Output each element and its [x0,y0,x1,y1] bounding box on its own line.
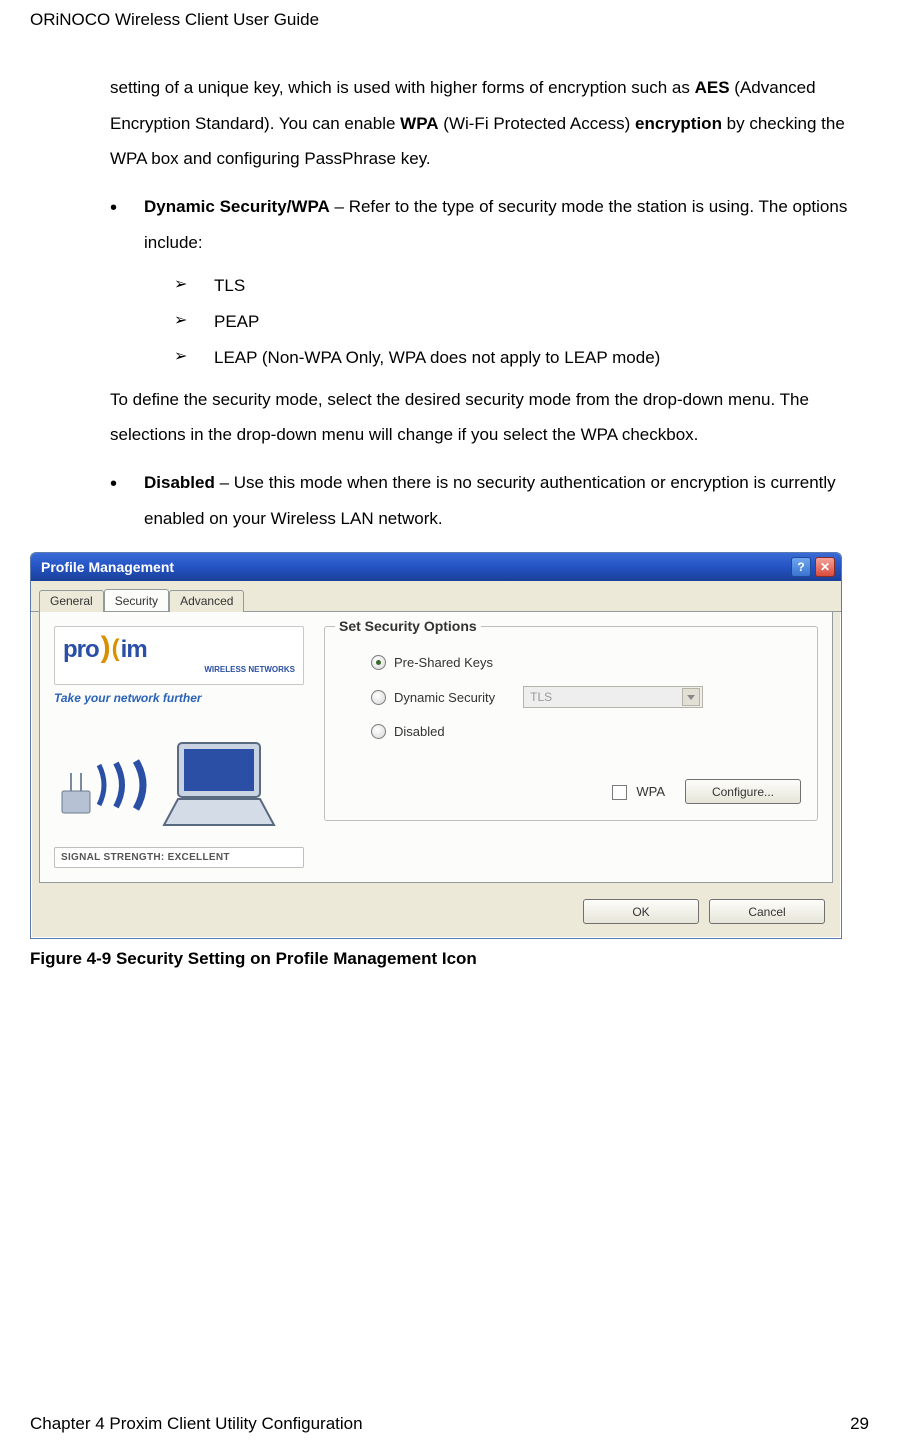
wpa-checkbox-label: WPA [636,784,665,799]
left-pane: pro)(im WIRELESS NETWORKS Take your netw… [54,626,304,868]
tab-security[interactable]: Security [104,589,169,611]
router-icon [58,773,94,817]
footer-page-number: 29 [850,1414,869,1434]
logo-curve-icon: ) [101,631,110,665]
sub-text: PEAP [214,304,869,340]
tab-panel-security: pro)(im WIRELESS NETWORKS Take your netw… [39,612,833,883]
radio-label: Disabled [394,724,445,739]
sub-item-peap: ➢ PEAP [174,304,869,340]
sub-text: TLS [214,268,869,304]
illustration [54,729,304,839]
brand-box: pro)(im WIRELESS NETWORKS [54,626,304,685]
ok-button[interactable]: OK [583,899,699,924]
bullet-title: Disabled [144,473,215,492]
chevron-down-icon[interactable] [682,688,700,706]
bullet-dot-icon: • [110,189,144,375]
tab-strip: General Security Advanced [31,581,841,612]
close-icon[interactable]: ✕ [815,557,835,577]
cancel-button[interactable]: Cancel [709,899,825,924]
radio-label: Dynamic Security [394,690,495,705]
bullet-text: – Use this mode when there is no securit… [144,473,836,528]
dialog-title: Profile Management [41,559,174,575]
combo-value: TLS [530,690,552,704]
bullet-after-text: To define the security mode, select the … [110,382,869,453]
figure-screenshot: Profile Management ? ✕ General Security … [30,552,869,969]
body-content: setting of a unique key, which is used w… [110,70,869,544]
security-options-group: Set Security Options Pre-Shared Keys Dyn… [324,626,818,821]
radio-label: Pre-Shared Keys [394,655,493,670]
wpa-checkbox-wrap[interactable]: WPA [612,784,665,800]
help-icon[interactable]: ? [791,557,811,577]
bullet-dynamic-security: • Dynamic Security/WPA – Refer to the ty… [110,189,869,375]
sub-text: LEAP (Non-WPA Only, WPA does not apply t… [214,340,869,376]
tab-advanced[interactable]: Advanced [169,590,244,612]
sub-item-tls: ➢ TLS [174,268,869,304]
configure-button[interactable]: Configure... [685,779,801,804]
laptop-icon [154,739,284,829]
signal-strength-bar: SIGNAL STRENGTH: EXCELLENT [54,847,304,868]
footer-chapter: Chapter 4 Proxim Client Utility Configur… [30,1414,363,1434]
radio-disabled[interactable]: Disabled [371,724,801,739]
logo-subtitle: WIRELESS NETWORKS [63,665,295,674]
right-pane: Set Security Options Pre-Shared Keys Dyn… [324,626,818,868]
aes-term: AES [695,78,730,97]
signal-value: EXCELLENT [168,852,230,863]
profile-management-dialog: Profile Management ? ✕ General Security … [30,552,842,939]
checkbox-icon[interactable] [612,785,627,800]
sub-item-leap: ➢ LEAP (Non-WPA Only, WPA does not apply… [174,340,869,376]
figure-caption: Figure 4-9 Security Setting on Profile M… [30,949,869,969]
intro-text-3: (Wi-Fi Protected Access) [439,114,635,133]
tab-general[interactable]: General [39,590,104,612]
encryption-term: encryption [635,114,722,133]
dialog-button-row: OK Cancel [31,891,841,938]
page-footer: Chapter 4 Proxim Client Utility Configur… [30,1414,869,1434]
tagline: Take your network further [54,691,304,705]
logo-curve-icon: ( [112,635,119,663]
bullet-disabled: • Disabled – Use this mode when there is… [110,465,869,544]
intro-text: setting of a unique key, which is used w… [110,78,695,97]
intro-paragraph: setting of a unique key, which is used w… [110,70,869,177]
bullet-title: Dynamic Security/WPA [144,197,330,216]
group-title: Set Security Options [335,618,481,634]
proxim-logo: pro)(im [63,633,295,667]
arrow-icon: ➢ [174,340,214,376]
guide-title: ORiNOCO Wireless Client User Guide [30,10,869,30]
security-mode-combo[interactable]: TLS [523,686,703,708]
group-actions: WPA Configure... [341,779,801,804]
dialog-titlebar[interactable]: Profile Management ? ✕ [31,553,841,581]
bullet-dot-icon: • [110,465,144,544]
radio-dynamic-security[interactable]: Dynamic Security TLS [371,686,801,708]
signal-waves-icon [94,755,154,815]
signal-label: SIGNAL STRENGTH: [61,852,165,863]
radio-icon[interactable] [371,655,386,670]
logo-left: pro [63,636,99,664]
wpa-term: WPA [400,114,438,133]
arrow-icon: ➢ [174,304,214,340]
logo-right: im [121,636,147,664]
radio-icon[interactable] [371,724,386,739]
arrow-icon: ➢ [174,268,214,304]
radio-icon[interactable] [371,690,386,705]
radio-pre-shared-keys[interactable]: Pre-Shared Keys [371,655,801,670]
